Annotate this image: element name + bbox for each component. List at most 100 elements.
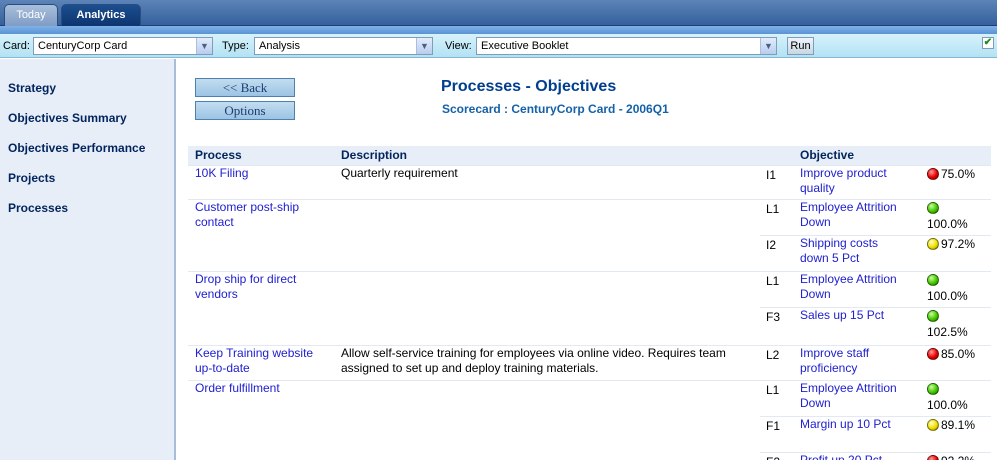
objective-status: 100.0% (927, 381, 989, 413)
process-name-line[interactable]: Keep Training website (195, 346, 325, 361)
red-status-indicator-icon (927, 455, 939, 460)
green-status-indicator-icon (927, 202, 939, 214)
process-name-line[interactable]: up-to-date (195, 361, 325, 376)
process-name-line[interactable]: Customer post-ship (195, 200, 325, 215)
yellow-status-indicator-icon (927, 238, 939, 250)
green-status-indicator-icon (927, 310, 939, 322)
objective-value: 92.2% (941, 454, 975, 460)
scorecard-subtitle: Scorecard : CenturyCorp Card - 2006Q1 (442, 102, 669, 116)
objective-link[interactable]: Improve staff proficiency (800, 346, 912, 376)
objective-code: L2 (766, 348, 780, 362)
process-link[interactable]: 10K Filing (195, 166, 325, 181)
page-title: Processes - Objectives (441, 78, 617, 95)
view-label: View: (445, 40, 472, 52)
process-description: Quarterly requirement (341, 166, 756, 181)
objective-status: 100.0% (927, 272, 989, 304)
objective-name-line[interactable]: Sales up 15 Pct (800, 308, 912, 323)
tab-analytics[interactable]: Analytics (61, 4, 141, 26)
view-select-value: Executive Booklet (481, 40, 569, 52)
sidebar-item-strategy[interactable]: Strategy (8, 81, 56, 95)
card-select[interactable]: CenturyCorp Card ▼ (33, 37, 213, 55)
type-label: Type: (222, 40, 249, 52)
objective-name-line[interactable]: down 5 Pct (800, 251, 912, 266)
sidebar-item-projects[interactable]: Projects (8, 171, 55, 185)
objective-name-line[interactable]: Employee Attrition (800, 200, 912, 215)
process-name-line[interactable]: contact (195, 215, 325, 230)
objective-link[interactable]: Sales up 15 Pct (800, 308, 912, 323)
type-select-value: Analysis (259, 40, 300, 52)
objective-name-line[interactable]: Margin up 10 Pct (800, 417, 912, 432)
chevron-down-icon[interactable]: ▼ (416, 38, 432, 54)
objective-link[interactable]: Employee Attrition Down (800, 272, 912, 302)
toolbar: Card: CenturyCorp Card ▼ Type: Analysis … (0, 34, 997, 58)
objective-name-line[interactable]: Down (800, 287, 912, 302)
objective-status: 100.0% (927, 200, 989, 232)
description-line: assigned to set up and deploy training m… (341, 361, 599, 375)
objective-name-line[interactable]: Employee Attrition (800, 272, 912, 287)
red-status-indicator-icon (927, 168, 939, 180)
process-name-line[interactable]: Drop ship for direct (195, 272, 325, 287)
run-button[interactable]: Run (787, 37, 814, 55)
process-link[interactable]: Drop ship for direct vendors (195, 272, 325, 302)
objective-name-line[interactable]: Down (800, 396, 912, 411)
objective-code: F2 (766, 455, 780, 460)
objective-link[interactable]: Employee Attrition Down (800, 200, 912, 230)
green-status-indicator-icon (927, 383, 939, 395)
process-name-line[interactable]: vendors (195, 287, 325, 302)
sidebar-item-processes[interactable]: Processes (8, 201, 68, 215)
objective-name-line[interactable]: Profit up 20 Pct (800, 453, 912, 460)
objective-name-line[interactable]: Down (800, 215, 912, 230)
objective-status: 92.2% (927, 453, 989, 460)
objective-name-line[interactable]: quality (800, 181, 912, 196)
objective-name-line[interactable]: Shipping costs (800, 236, 912, 251)
objective-status: 102.5% (927, 308, 989, 340)
objective-status: 75.0% (927, 166, 989, 182)
objective-link[interactable]: Employee Attrition Down (800, 381, 912, 411)
chevron-down-icon[interactable]: ▼ (196, 38, 212, 54)
objective-name-line[interactable]: Improve staff (800, 346, 912, 361)
process-link[interactable]: Keep Training website up-to-date (195, 346, 325, 376)
table-header: Process Description Objective (188, 146, 991, 165)
objective-link[interactable]: Margin up 10 Pct (800, 417, 912, 432)
objective-code: I1 (766, 168, 777, 182)
objective-value: 75.0% (941, 167, 976, 181)
yellow-status-indicator-icon (927, 419, 939, 431)
column-header-objective[interactable]: Objective (800, 148, 854, 162)
header-divider (0, 26, 997, 34)
green-status-indicator-icon (927, 274, 939, 286)
objective-status: 89.1% (927, 417, 989, 433)
sidebar-item-objectives-summary[interactable]: Objectives Summary (8, 111, 127, 125)
description-line: Quarterly requirement (341, 166, 458, 180)
process-name-line[interactable]: Order fulfillment (195, 381, 325, 396)
column-header-process[interactable]: Process (195, 148, 242, 162)
objective-code: F3 (766, 310, 781, 324)
sidebar-item-objectives-performance[interactable]: Objectives Performance (8, 141, 145, 155)
objective-value: 100.0% (927, 289, 968, 303)
process-link[interactable]: Order fulfillment (195, 381, 325, 396)
options-button[interactable]: Options (195, 101, 295, 120)
objective-name-line[interactable]: Employee Attrition (800, 381, 912, 396)
red-status-indicator-icon (927, 348, 939, 360)
objective-code: F1 (766, 419, 781, 433)
process-name-line[interactable]: 10K Filing (195, 166, 325, 181)
objective-value: 85.0% (941, 347, 976, 361)
process-description: Allow self-service training for employee… (341, 346, 756, 376)
view-select[interactable]: Executive Booklet ▼ (476, 37, 777, 55)
objective-link[interactable]: Profit up 20 Pct (800, 453, 912, 460)
chevron-down-icon[interactable]: ▼ (760, 38, 776, 54)
objective-name-line[interactable]: Improve product (800, 166, 912, 181)
tab-bar: Today Analytics (0, 0, 997, 26)
objective-link[interactable]: Improve product quality (800, 166, 912, 196)
tab-today[interactable]: Today (4, 4, 58, 26)
column-header-description[interactable]: Description (341, 148, 407, 162)
objective-value: 100.0% (927, 217, 968, 231)
back-button[interactable]: << Back (195, 78, 295, 97)
objective-status: 97.2% (927, 236, 989, 252)
checkmark-checkbox[interactable]: ✔ (982, 37, 994, 49)
objective-name-line[interactable]: proficiency (800, 361, 912, 376)
objective-link[interactable]: Shipping costs down 5 Pct (800, 236, 912, 266)
process-link[interactable]: Customer post-ship contact (195, 200, 325, 230)
type-select[interactable]: Analysis ▼ (254, 37, 433, 55)
objective-value: 97.2% (941, 237, 976, 251)
objective-status: 85.0% (927, 346, 989, 362)
